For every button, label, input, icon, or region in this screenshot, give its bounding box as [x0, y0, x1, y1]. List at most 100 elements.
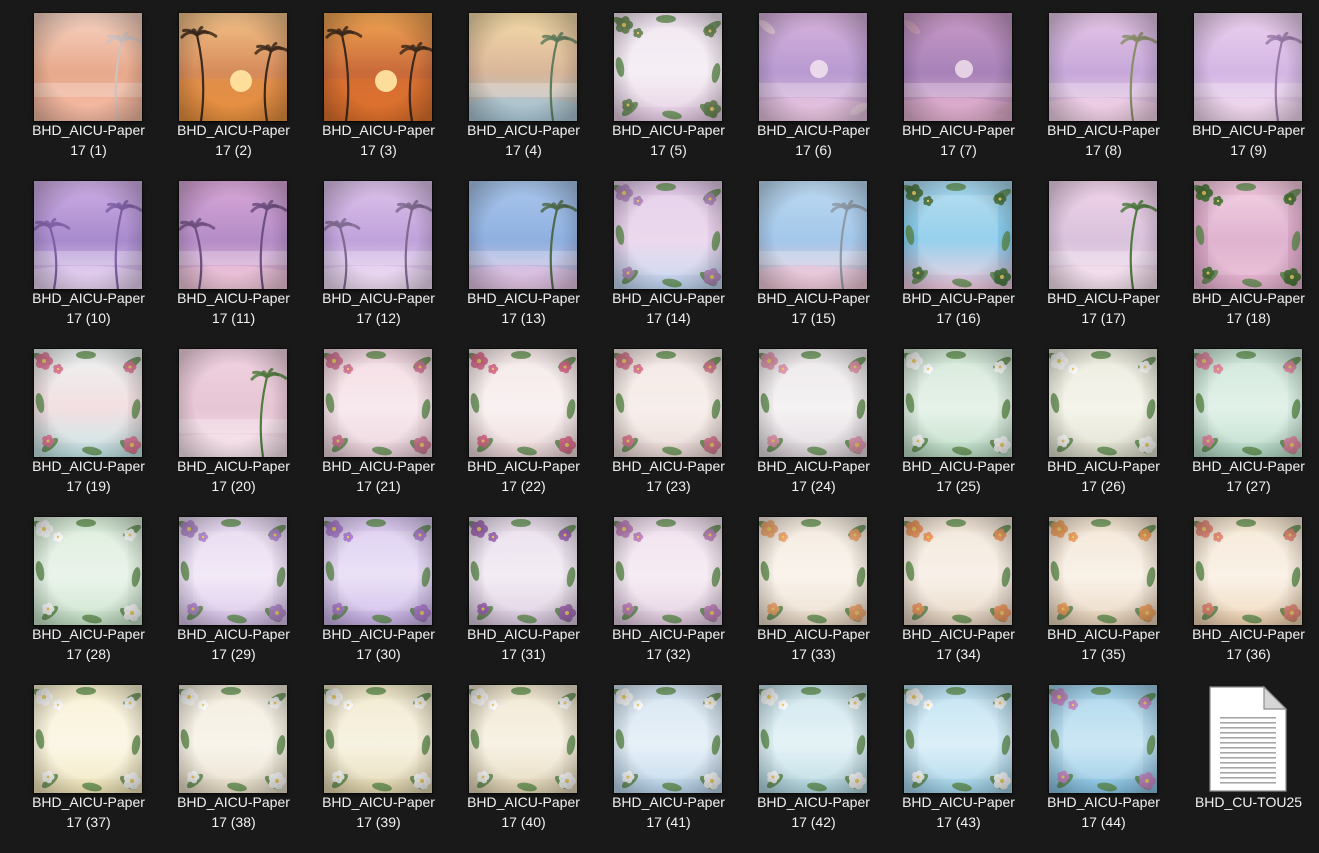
file-name-label: BHD_AICU-Paper 17 (5)	[612, 122, 725, 158]
file-item-image[interactable]: BHD_AICU-Paper 17 (35)	[1031, 505, 1176, 673]
file-name-label: BHD_AICU-Paper 17 (29)	[177, 626, 290, 662]
file-name-label: BHD_AICU-Paper 17 (40)	[467, 794, 580, 830]
file-thumbnail	[1049, 685, 1157, 793]
file-thumbnail	[324, 349, 432, 457]
file-thumbnail	[469, 517, 577, 625]
file-item-image[interactable]: BHD_AICU-Paper 17 (5)	[596, 1, 741, 169]
file-name-label: BHD_AICU-Paper 17 (25)	[902, 458, 1015, 494]
file-thumbnail	[1049, 13, 1157, 121]
file-name-label: BHD_AICU-Paper 17 (17)	[1047, 290, 1160, 326]
file-thumbnail	[179, 181, 287, 289]
file-name-label: BHD_AICU-Paper 17 (42)	[757, 794, 870, 830]
file-item-image[interactable]: BHD_AICU-Paper 17 (1)	[16, 1, 161, 169]
file-item-image[interactable]: BHD_AICU-Paper 17 (10)	[16, 169, 161, 337]
file-item-image[interactable]: BHD_AICU-Paper 17 (4)	[451, 1, 596, 169]
file-name-label: BHD_AICU-Paper 17 (28)	[32, 626, 145, 662]
file-item-image[interactable]: BHD_AICU-Paper 17 (9)	[1176, 1, 1319, 169]
file-thumbnail	[1194, 181, 1302, 289]
file-thumbnail	[614, 685, 722, 793]
file-item-image[interactable]: BHD_AICU-Paper 17 (30)	[306, 505, 451, 673]
file-item-image[interactable]: BHD_AICU-Paper 17 (19)	[16, 337, 161, 505]
file-item-image[interactable]: BHD_AICU-Paper 17 (44)	[1031, 673, 1176, 841]
file-item-document[interactable]: BHD_CU-TOU25	[1176, 673, 1319, 841]
file-name-label: BHD_AICU-Paper 17 (26)	[1047, 458, 1160, 494]
file-thumbnail	[904, 181, 1012, 289]
file-thumbnail	[904, 517, 1012, 625]
file-item-image[interactable]: BHD_AICU-Paper 17 (28)	[16, 505, 161, 673]
file-thumbnail	[614, 13, 722, 121]
file-item-image[interactable]: BHD_AICU-Paper 17 (6)	[741, 1, 886, 169]
file-name-label: BHD_AICU-Paper 17 (6)	[757, 122, 870, 158]
file-name-label: BHD_AICU-Paper 17 (1)	[32, 122, 145, 158]
file-item-image[interactable]: BHD_AICU-Paper 17 (16)	[886, 169, 1031, 337]
file-thumbnail	[614, 349, 722, 457]
file-name-label: BHD_AICU-Paper 17 (39)	[322, 794, 435, 830]
file-item-image[interactable]: BHD_AICU-Paper 17 (39)	[306, 673, 451, 841]
file-item-image[interactable]: BHD_AICU-Paper 17 (2)	[161, 1, 306, 169]
file-thumbnail	[759, 685, 867, 793]
file-item-image[interactable]: BHD_AICU-Paper 17 (29)	[161, 505, 306, 673]
file-item-image[interactable]: BHD_AICU-Paper 17 (36)	[1176, 505, 1319, 673]
file-item-image[interactable]: BHD_AICU-Paper 17 (12)	[306, 169, 451, 337]
file-item-image[interactable]: BHD_AICU-Paper 17 (32)	[596, 505, 741, 673]
file-name-label: BHD_AICU-Paper 17 (21)	[322, 458, 435, 494]
file-thumbnail	[904, 349, 1012, 457]
file-item-image[interactable]: BHD_AICU-Paper 17 (26)	[1031, 337, 1176, 505]
file-name-label: BHD_AICU-Paper 17 (13)	[467, 290, 580, 326]
file-name-label: BHD_AICU-Paper 17 (12)	[322, 290, 435, 326]
file-name-label: BHD_AICU-Paper 17 (31)	[467, 626, 580, 662]
file-item-image[interactable]: BHD_AICU-Paper 17 (41)	[596, 673, 741, 841]
file-item-image[interactable]: BHD_AICU-Paper 17 (34)	[886, 505, 1031, 673]
file-item-image[interactable]: BHD_AICU-Paper 17 (33)	[741, 505, 886, 673]
file-name-label: BHD_AICU-Paper 17 (19)	[32, 458, 145, 494]
file-thumbnail	[179, 517, 287, 625]
file-item-image[interactable]: BHD_AICU-Paper 17 (14)	[596, 169, 741, 337]
file-item-image[interactable]: BHD_AICU-Paper 17 (21)	[306, 337, 451, 505]
file-item-image[interactable]: BHD_AICU-Paper 17 (38)	[161, 673, 306, 841]
file-item-image[interactable]: BHD_AICU-Paper 17 (8)	[1031, 1, 1176, 169]
file-thumbnail	[179, 685, 287, 793]
file-item-image[interactable]: BHD_AICU-Paper 17 (23)	[596, 337, 741, 505]
file-thumbnail	[1049, 181, 1157, 289]
file-item-image[interactable]: BHD_AICU-Paper 17 (24)	[741, 337, 886, 505]
file-name-label: BHD_AICU-Paper 17 (35)	[1047, 626, 1160, 662]
file-name-label: BHD_AICU-Paper 17 (16)	[902, 290, 1015, 326]
file-name-label: BHD_AICU-Paper 17 (22)	[467, 458, 580, 494]
file-thumbnail	[759, 517, 867, 625]
file-name-label: BHD_AICU-Paper 17 (3)	[322, 122, 435, 158]
file-item-image[interactable]: BHD_AICU-Paper 17 (31)	[451, 505, 596, 673]
file-name-label: BHD_AICU-Paper 17 (30)	[322, 626, 435, 662]
file-name-label: BHD_AICU-Paper 17 (32)	[612, 626, 725, 662]
file-item-image[interactable]: BHD_AICU-Paper 17 (27)	[1176, 337, 1319, 505]
file-item-image[interactable]: BHD_AICU-Paper 17 (42)	[741, 673, 886, 841]
file-thumbnail	[179, 349, 287, 457]
file-thumbnail	[1194, 13, 1302, 121]
file-item-image[interactable]: BHD_AICU-Paper 17 (43)	[886, 673, 1031, 841]
file-item-image[interactable]: BHD_AICU-Paper 17 (17)	[1031, 169, 1176, 337]
file-name-label: BHD_AICU-Paper 17 (43)	[902, 794, 1015, 830]
file-item-image[interactable]: BHD_AICU-Paper 17 (20)	[161, 337, 306, 505]
file-name-label: BHD_AICU-Paper 17 (11)	[177, 290, 290, 326]
file-item-image[interactable]: BHD_AICU-Paper 17 (40)	[451, 673, 596, 841]
file-item-image[interactable]: BHD_AICU-Paper 17 (3)	[306, 1, 451, 169]
file-item-image[interactable]: BHD_AICU-Paper 17 (37)	[16, 673, 161, 841]
file-thumbnail	[614, 517, 722, 625]
document-icon	[1209, 685, 1288, 792]
file-item-image[interactable]: BHD_AICU-Paper 17 (7)	[886, 1, 1031, 169]
file-item-image[interactable]: BHD_AICU-Paper 17 (15)	[741, 169, 886, 337]
file-item-image[interactable]: BHD_AICU-Paper 17 (13)	[451, 169, 596, 337]
file-name-label: BHD_CU-TOU25	[1194, 794, 1303, 810]
file-thumbnail	[34, 517, 142, 625]
file-thumbnail	[1194, 349, 1302, 457]
file-thumbnail	[469, 685, 577, 793]
file-item-image[interactable]: BHD_AICU-Paper 17 (25)	[886, 337, 1031, 505]
file-item-image[interactable]: BHD_AICU-Paper 17 (18)	[1176, 169, 1319, 337]
file-item-image[interactable]: BHD_AICU-Paper 17 (11)	[161, 169, 306, 337]
file-thumbnail	[904, 13, 1012, 121]
file-name-label: BHD_AICU-Paper 17 (10)	[32, 290, 145, 326]
file-name-label: BHD_AICU-Paper 17 (15)	[757, 290, 870, 326]
file-thumbnail	[34, 685, 142, 793]
file-name-label: BHD_AICU-Paper 17 (41)	[612, 794, 725, 830]
file-item-image[interactable]: BHD_AICU-Paper 17 (22)	[451, 337, 596, 505]
file-thumbnail	[469, 13, 577, 121]
